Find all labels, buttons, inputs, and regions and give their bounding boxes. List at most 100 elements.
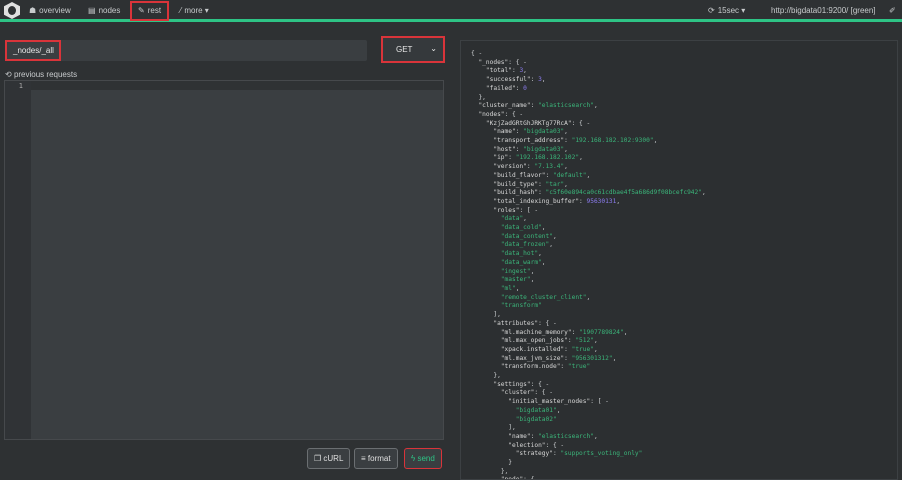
- current-line: [31, 81, 443, 90]
- curl-button[interactable]: ❐ cURL: [307, 448, 351, 469]
- path-input[interactable]: _nodes/_all: [5, 40, 367, 61]
- json-key: "cluster_name": [478, 102, 531, 110]
- json-line: "data_warm",: [500, 258, 546, 266]
- json-key: "name": [508, 432, 531, 440]
- json-key: "ml.machine_memory": [500, 328, 572, 336]
- json-line: "initial_master_nodes": [ -: [508, 398, 609, 406]
- nav-overview[interactable]: ☗ overview: [29, 4, 71, 18]
- align-icon: ≡: [361, 454, 366, 463]
- json-line: "remote_cluster_client",: [500, 293, 591, 301]
- json-line: "total": 3,: [485, 67, 527, 75]
- response-json: { - "_nodes": { - "total": 3, "successfu…: [471, 50, 706, 479]
- nav-nodes[interactable]: ▤ nodes: [88, 4, 120, 18]
- json-line: "strategy": "supports_voting_only": [515, 450, 643, 458]
- json-value: "supports_voting_only": [560, 450, 643, 458]
- json-value: "transform": [500, 302, 542, 310]
- json-value: "bigdata02": [515, 415, 557, 423]
- json-value: "default": [552, 171, 587, 179]
- nav-more[interactable]: ⁄ more ▾: [180, 4, 209, 18]
- json-line: "transform": [471, 302, 706, 311]
- json-line: "build_type": "tar",: [493, 180, 568, 188]
- json-line: "election": { -: [508, 441, 565, 449]
- copy-icon: ❐: [314, 454, 322, 463]
- json-value: "data_warm": [500, 258, 542, 266]
- json-key: "failed": [485, 84, 516, 92]
- json-line: "roles": [ -: [493, 206, 539, 214]
- previous-requests-link[interactable]: ⟲ previous requests: [5, 70, 77, 79]
- json-line: },: [493, 372, 501, 380]
- json-value: "data_cold": [500, 224, 542, 232]
- elasticvue-logo[interactable]: [4, 2, 20, 19]
- json-value: "data_frozen": [500, 241, 550, 249]
- json-value: "elasticsearch": [538, 102, 594, 110]
- json-value: "bigdata01": [515, 406, 557, 414]
- json-line: "nodes": { -: [478, 110, 524, 118]
- json-line: "_nodes": { -: [478, 58, 527, 66]
- json-key: "total_indexing_buffer": [493, 197, 580, 205]
- json-value: 3: [538, 76, 542, 84]
- json-line: "ml",: [500, 284, 520, 292]
- json-line: "settings": { -: [493, 380, 550, 388]
- json-line: "KzjZadGRtGhJRKTg77RcA": { -: [485, 119, 591, 127]
- edit-icon: ✎: [138, 6, 145, 15]
- chevron-down-icon: ⌄: [430, 44, 437, 53]
- json-value: "elasticsearch": [538, 432, 594, 440]
- json-key: "nodes": [478, 110, 505, 118]
- json-line: "host": "bigdata03",: [493, 145, 568, 153]
- json-line: "ml.machine_memory": "1907789824",: [500, 328, 628, 336]
- path-value: _nodes/_all: [5, 40, 61, 61]
- json-key: "transport_address": [493, 137, 565, 145]
- format-button[interactable]: ≡ format: [354, 448, 398, 469]
- send-button[interactable]: ϟ send: [404, 448, 442, 469]
- json-line: "transport_address": "192.168.182.102:93…: [493, 137, 658, 145]
- json-line: "name": "elasticsearch",: [508, 432, 598, 440]
- method-select[interactable]: GET ⌄: [381, 36, 445, 63]
- json-value: "1907789824": [579, 328, 624, 336]
- json-line: },: [500, 467, 509, 475]
- response-panel[interactable]: { - "_nodes": { - "total": 3, "successfu…: [460, 40, 898, 480]
- json-line: "cluster_name": "elasticsearch",: [478, 102, 598, 110]
- json-line: "master",: [500, 276, 535, 284]
- json-value: "true": [567, 363, 591, 371]
- json-value: "ml": [500, 284, 516, 292]
- json-line: "version": "7.13.4",: [493, 163, 568, 171]
- json-line: "ingest",: [500, 267, 535, 275]
- json-value: "data_hot": [500, 250, 539, 258]
- json-value: "bigdata03": [523, 145, 565, 153]
- json-value: "bigdata03": [523, 128, 565, 136]
- json-line: ],: [508, 424, 516, 432]
- json-key: "ml.max_open_jobs": [500, 337, 568, 345]
- json-key: "version": [493, 163, 527, 171]
- json-line: "transform.node": "true": [500, 363, 591, 371]
- json-key: "cluster": [500, 389, 535, 397]
- nav-rest[interactable]: ✎ rest: [130, 1, 170, 21]
- json-key: "attributes": [493, 319, 539, 327]
- json-line: "ip": "192.168.182.102",: [493, 154, 583, 162]
- sitemap-icon: ☗: [29, 6, 37, 15]
- json-key: "build_type": [493, 180, 539, 188]
- json-key: "initial_master_nodes": [508, 398, 591, 406]
- cluster-selector[interactable]: http://bigdata01:9200/ [green]: [771, 4, 876, 18]
- refresh-interval[interactable]: ⟳ 15sec ▾: [708, 4, 745, 18]
- json-key: "ml.max_jvm_size": [500, 354, 565, 362]
- json-line: "build_hash": "c5f60e894ca0c61cdbae4f5a6…: [493, 189, 706, 197]
- json-line: "data",: [500, 215, 527, 223]
- line-gutter: 1: [5, 81, 31, 439]
- settings-icon[interactable]: ✐: [889, 4, 896, 18]
- json-line: "data_content",: [500, 232, 557, 240]
- json-key: "name": [493, 128, 516, 136]
- json-line: "failed": 0: [485, 84, 527, 92]
- json-line: "bigdata01",: [515, 406, 561, 414]
- json-value: "tar": [545, 180, 565, 188]
- json-key: "build_hash": [493, 189, 539, 197]
- json-key: "settings": [493, 380, 531, 388]
- request-body-editor[interactable]: 1: [4, 80, 444, 440]
- json-line: "bigdata02": [471, 416, 706, 425]
- json-line: "ml.max_open_jobs": "512",: [500, 337, 598, 345]
- json-value: "7.13.4": [534, 163, 565, 171]
- json-key: "election": [508, 441, 546, 449]
- json-key: "strategy": [515, 450, 553, 458]
- json-value: "512": [575, 337, 594, 345]
- table-icon: ▤: [88, 6, 96, 15]
- refresh-icon: ⟳: [708, 6, 715, 15]
